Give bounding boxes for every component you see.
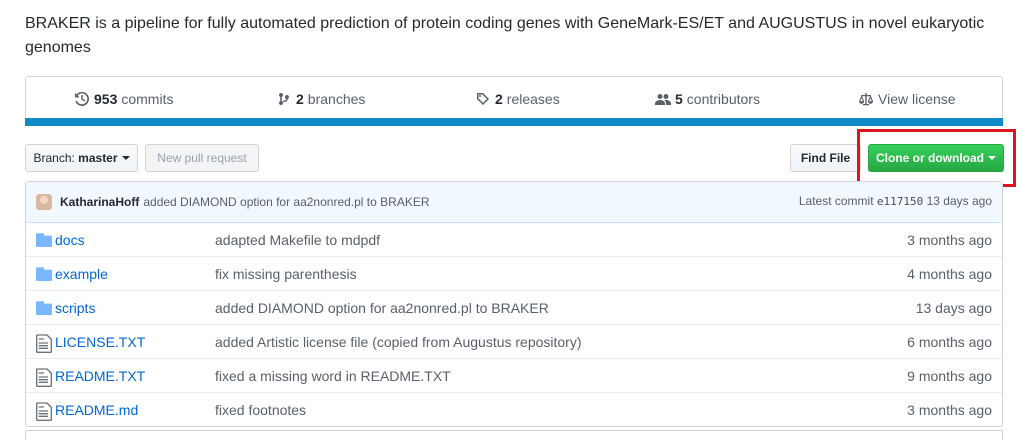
commit-author[interactable]: KatharinaHoff (60, 195, 139, 209)
releases-link[interactable]: 2 releases (475, 91, 560, 107)
file-row[interactable]: LICENSE.TXT added Artistic license file (… (26, 324, 1002, 358)
commit-message[interactable]: added DIAMOND option for aa2nonred.pl to… (143, 195, 429, 209)
file-icon (36, 401, 52, 421)
find-file-button[interactable]: Find File (790, 144, 861, 172)
tag-icon (477, 93, 489, 105)
file-row[interactable]: scripts added DIAMOND option for aa2nonre… (26, 290, 1002, 324)
file-row[interactable]: README.md fixed footnotes 3 months ago (26, 392, 1002, 426)
latest-commit-label: Latest commit (798, 194, 874, 208)
avatar[interactable] (36, 194, 52, 210)
people-icon (655, 94, 671, 105)
commits-link[interactable]: 953 commits (74, 91, 173, 107)
branches-count: 2 (296, 91, 304, 107)
branch-select-button[interactable]: Branch: master (25, 144, 138, 172)
file-age: 4 months ago (907, 265, 992, 282)
file-icon (36, 333, 52, 353)
file-name-link[interactable]: docs (55, 232, 85, 248)
contributors-link[interactable]: 5 contributors (655, 91, 760, 107)
releases-count: 2 (495, 91, 503, 107)
commits-count: 953 (94, 91, 118, 107)
folder-icon (36, 231, 52, 247)
readme-box-edge (25, 430, 1003, 440)
file-icon (36, 367, 52, 387)
folder-icon (36, 265, 52, 281)
branches-link[interactable]: 2 branches (276, 91, 365, 107)
commits-label: commits (121, 91, 174, 107)
commit-sha[interactable]: e117150 (877, 195, 923, 208)
latest-commit-bar: KatharinaHoff added DIAMOND option for a… (26, 182, 1002, 223)
file-row[interactable]: README.TXT fixed a missing word in README… (26, 358, 1002, 392)
file-age: 3 months ago (907, 401, 992, 418)
file-commit-message[interactable]: fix missing parenthesis (215, 266, 357, 282)
repo-description: BRAKER is a pipeline for fully automated… (25, 15, 985, 56)
file-name-link[interactable]: README.md (55, 402, 138, 418)
contributors-count: 5 (675, 91, 683, 107)
contributors-label: contributors (686, 91, 760, 107)
file-row[interactable]: docs adapted Makefile to mdpdf 3 months ag… (26, 223, 1002, 256)
annotation-highlight-box (857, 129, 1016, 187)
license-label: View license (878, 91, 956, 107)
releases-label: releases (506, 91, 560, 107)
branch-prefix: Branch: (33, 151, 75, 165)
file-commit-message[interactable]: added Artistic license file (copied from… (215, 334, 582, 350)
file-commit-message[interactable]: fixed a missing word in README.TXT (215, 368, 451, 384)
file-commit-message[interactable]: fixed footnotes (215, 402, 306, 418)
branch-name: master (78, 151, 118, 165)
file-age: 6 months ago (907, 333, 992, 350)
file-name-link[interactable]: README.TXT (55, 368, 145, 384)
language-bar (25, 118, 1003, 126)
new-pull-request-button[interactable]: New pull request (145, 144, 259, 172)
file-age: 3 months ago (907, 231, 992, 248)
file-name-link[interactable]: LICENSE.TXT (55, 334, 145, 350)
branch-icon (279, 93, 289, 106)
file-name-link[interactable]: scripts (55, 300, 95, 316)
commit-age: 13 days ago (926, 194, 992, 208)
file-age: 9 months ago (907, 367, 992, 384)
file-commit-message[interactable]: added DIAMOND option for aa2nonred.pl to… (215, 300, 549, 316)
law-icon (859, 93, 873, 106)
file-age: 13 days ago (915, 299, 992, 316)
branches-label: branches (307, 91, 366, 107)
file-list: KatharinaHoff added DIAMOND option for a… (25, 181, 1003, 427)
file-row[interactable]: example fix missing parenthesis 4 months a… (26, 256, 1002, 290)
file-name-link[interactable]: example (55, 266, 108, 282)
license-link[interactable]: View license (858, 91, 956, 107)
latest-commit-info: Latest commit e117150 13 days ago (799, 194, 992, 208)
history-icon (75, 91, 90, 106)
folder-icon (36, 299, 52, 315)
caret-down-icon (121, 156, 130, 160)
file-commit-message[interactable]: adapted Makefile to mdpdf (215, 232, 380, 248)
